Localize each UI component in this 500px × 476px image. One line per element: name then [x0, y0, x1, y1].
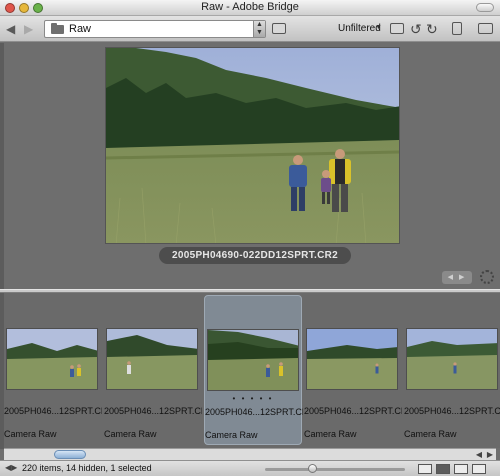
title-bar: Raw - Adobe Bridge	[0, 0, 500, 16]
new-folder-icon[interactable]	[390, 23, 404, 34]
thumbnail-filename: 2005PH046...12SPRT.CR2	[104, 406, 202, 416]
view-grid-icon[interactable]	[418, 464, 432, 474]
loading-spinner-icon	[480, 270, 494, 284]
preview-image	[105, 47, 400, 244]
thumbnail-item[interactable]: 2005PH046...12SPRT.CR2 Camera Raw	[4, 295, 102, 445]
thumbnail-filename: 2005PH046...12SPRT.CR2	[304, 406, 402, 416]
thumbnail-image	[306, 328, 398, 390]
folder-icon	[51, 23, 64, 34]
thumbnail-label: Camera Raw	[304, 429, 357, 439]
forward-arrow-icon[interactable]: ▶	[24, 22, 33, 36]
thumbnail-image	[207, 329, 299, 391]
rating-dots[interactable]: • • • • •	[205, 394, 301, 403]
filmstrip-scrollbar[interactable]: ◀ ▶	[4, 448, 496, 460]
thumbnail-label: Camera Raw	[404, 429, 457, 439]
view-filmstrip-icon[interactable]	[436, 464, 450, 474]
thumbnail-image	[406, 328, 498, 390]
view-list-icon[interactable]	[472, 464, 486, 474]
path-dropdown[interactable]: Raw ▲ ▼	[44, 20, 266, 38]
back-arrow-icon[interactable]: ◀	[6, 22, 15, 36]
status-text: 220 items, 14 hidden, 1 selected	[22, 463, 152, 473]
scroll-right-arrow-icon[interactable]: ▶	[487, 449, 493, 460]
compact-mode-icon[interactable]	[478, 23, 493, 34]
rotate-right-icon[interactable]: ↻	[426, 21, 438, 38]
scroll-left-arrow-icon[interactable]: ◀	[476, 449, 482, 460]
thumbnail-image	[106, 328, 198, 390]
preview-filename: 2005PH04690-022DD12SPRT.CR2	[159, 247, 351, 264]
thumbnail-filename: 2005PH046...12SPRT.CR2	[404, 406, 500, 416]
preview-nav-buttons[interactable]: ◀ ▶	[442, 271, 472, 284]
window-title: Raw - Adobe Bridge	[201, 1, 299, 13]
preview-panel: 2005PH04690-022DD12SPRT.CR2 ◀ ▶	[4, 43, 498, 289]
status-bar: ◀▶ 220 items, 14 hidden, 1 selected	[0, 460, 500, 476]
status-nav-icon[interactable]: ◀▶	[5, 463, 17, 472]
rotate-left-icon[interactable]: ↺	[410, 21, 422, 38]
path-label: Raw	[69, 23, 92, 35]
trash-icon[interactable]	[452, 22, 462, 35]
thumbnail-label: Camera Raw	[205, 430, 258, 440]
thumbnail-item-selected[interactable]: • • • • • 2005PH046...12SPRT.CR2 Camera …	[204, 295, 303, 445]
thumbnail-image	[6, 328, 98, 390]
thumbnail-label: Camera Raw	[104, 429, 157, 439]
toolbar-toggle-button[interactable]	[476, 3, 494, 12]
filmstrip: 2005PH046...12SPRT.CR2 Camera Raw 2005PH…	[4, 293, 500, 448]
thumbnail-label: Camera Raw	[4, 429, 57, 439]
thumbnail-item[interactable]: 2005PH046...12SPRT.CR2 Camera Raw	[404, 295, 500, 445]
thumbnail-filename: 2005PH046...12SPRT.CR2	[4, 406, 102, 416]
thumbnail-filename: 2005PH046...12SPRT.CR2	[205, 407, 303, 417]
toolbar: ◀ ▶ Raw ▲ ▼ Unfiltered ▼ ↺ ↻	[0, 16, 500, 42]
thumbnail-item[interactable]: 2005PH046...12SPRT.CR2 Camera Raw	[304, 295, 402, 445]
filter-dropdown-arrow-icon[interactable]: ▼	[375, 24, 382, 31]
thumbnail-size-slider-knob[interactable]	[308, 464, 317, 473]
view-details-icon[interactable]	[454, 464, 468, 474]
go-up-folder-icon[interactable]	[272, 23, 286, 34]
path-stepper[interactable]: ▲ ▼	[253, 21, 265, 37]
thumbnail-size-slider[interactable]	[265, 468, 405, 471]
thumbnail-item[interactable]: 2005PH046...12SPRT.CR2 Camera Raw	[104, 295, 202, 445]
scrollbar-thumb[interactable]	[54, 450, 86, 459]
